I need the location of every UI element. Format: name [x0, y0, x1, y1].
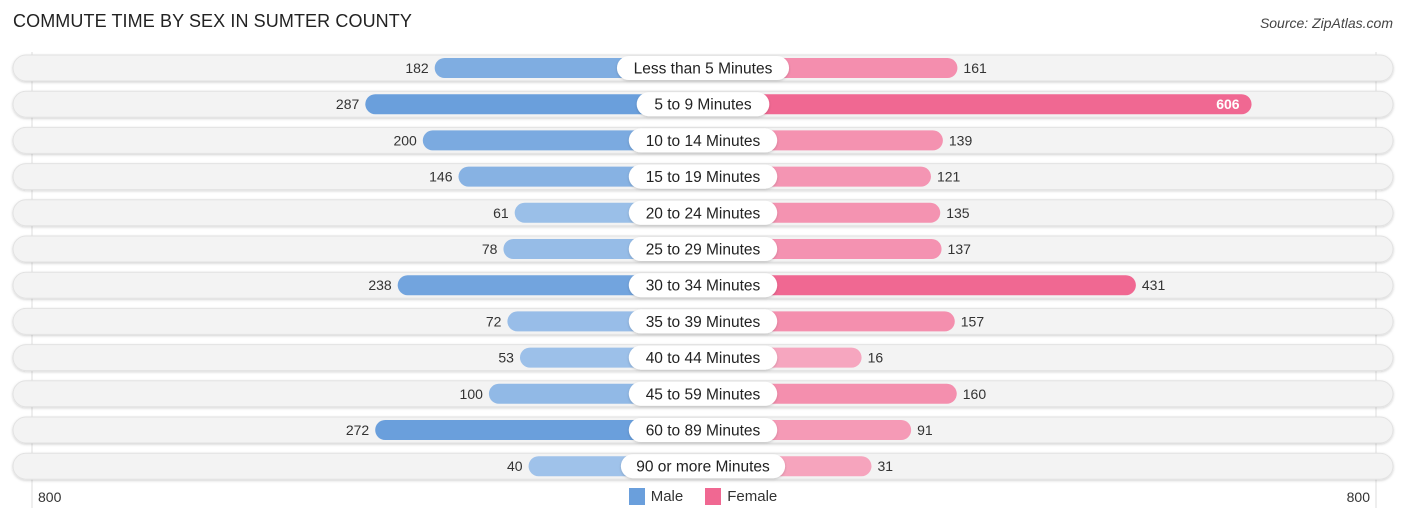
value-label-female: 160 [963, 386, 987, 402]
value-label-female: 121 [937, 169, 961, 185]
row-3: 146 121 15 to 19 Minutes [12, 163, 1394, 191]
row-10: 272 91 60 to 89 Minutes [12, 416, 1394, 444]
legend-label-female: Female [727, 488, 778, 505]
value-label-male: 182 [405, 60, 429, 76]
category-label: Less than 5 Minutes [634, 61, 773, 78]
category-label: 60 to 89 Minutes [646, 423, 761, 440]
legend-item-female[interactable]: Female [705, 488, 777, 505]
value-label-female: 16 [868, 350, 884, 366]
row-5: 78 137 25 to 29 Minutes [12, 235, 1394, 263]
category-label: 5 to 9 Minutes [654, 97, 752, 114]
value-label-male: 100 [460, 386, 484, 402]
row-4: 61 135 20 to 24 Minutes [12, 199, 1394, 227]
category-label: 20 to 24 Minutes [646, 205, 761, 222]
value-label-female: 139 [949, 132, 973, 148]
value-label-male: 272 [346, 422, 370, 438]
value-label-female: 161 [963, 60, 987, 76]
row-8: 53 16 40 to 44 Minutes [12, 344, 1394, 372]
value-label-male: 72 [486, 313, 502, 329]
value-label-female: 137 [948, 241, 972, 257]
value-label-male: 61 [493, 205, 509, 221]
value-label-female: 431 [1142, 277, 1166, 293]
category-label: 10 to 14 Minutes [646, 133, 761, 150]
value-label-female: 31 [877, 458, 893, 474]
value-label-male: 78 [482, 241, 498, 257]
category-label: 90 or more Minutes [636, 459, 770, 476]
category-label: 45 to 59 Minutes [646, 386, 761, 403]
value-label-male: 200 [393, 132, 417, 148]
row-2: 200 139 10 to 14 Minutes [12, 126, 1394, 154]
value-label-male: 40 [507, 458, 523, 474]
value-label-female: 91 [917, 422, 933, 438]
chart-canvas: 182 161 Less than 5 Minutes 287 606 5 to 9 Mi… [12, 52, 1394, 508]
legend-swatch-female [705, 488, 722, 505]
legend-item-male[interactable]: Male [628, 488, 684, 505]
row-7: 72 157 35 to 39 Minutes [12, 307, 1394, 335]
row-6: 238 431 30 to 34 Minutes [12, 271, 1394, 299]
category-label: 30 to 34 Minutes [646, 278, 761, 295]
row-0: 182 161 Less than 5 Minutes [12, 54, 1394, 82]
value-label-male: 53 [498, 350, 514, 366]
row-11: 40 31 90 or more Minutes [12, 452, 1394, 480]
value-label-male: 287 [336, 96, 360, 112]
value-label-female: 135 [946, 205, 970, 221]
category-label: 35 to 39 Minutes [646, 314, 761, 331]
value-label-female: 157 [961, 313, 985, 329]
category-label: 25 to 29 Minutes [646, 242, 761, 259]
legend-swatch-male [628, 488, 645, 505]
value-label-male: 238 [368, 277, 392, 293]
row-1: 287 606 5 to 9 Minutes [12, 90, 1394, 118]
category-label: 15 to 19 Minutes [646, 169, 761, 186]
legend: Male Female [0, 488, 1406, 505]
value-label-male: 146 [429, 169, 453, 185]
value-label-female: 606 [1216, 96, 1240, 112]
category-label: 40 to 44 Minutes [646, 350, 761, 367]
row-9: 100 160 45 to 59 Minutes [12, 380, 1394, 408]
legend-label-male: Male [650, 488, 684, 505]
bar-female[interactable] [703, 94, 1252, 115]
